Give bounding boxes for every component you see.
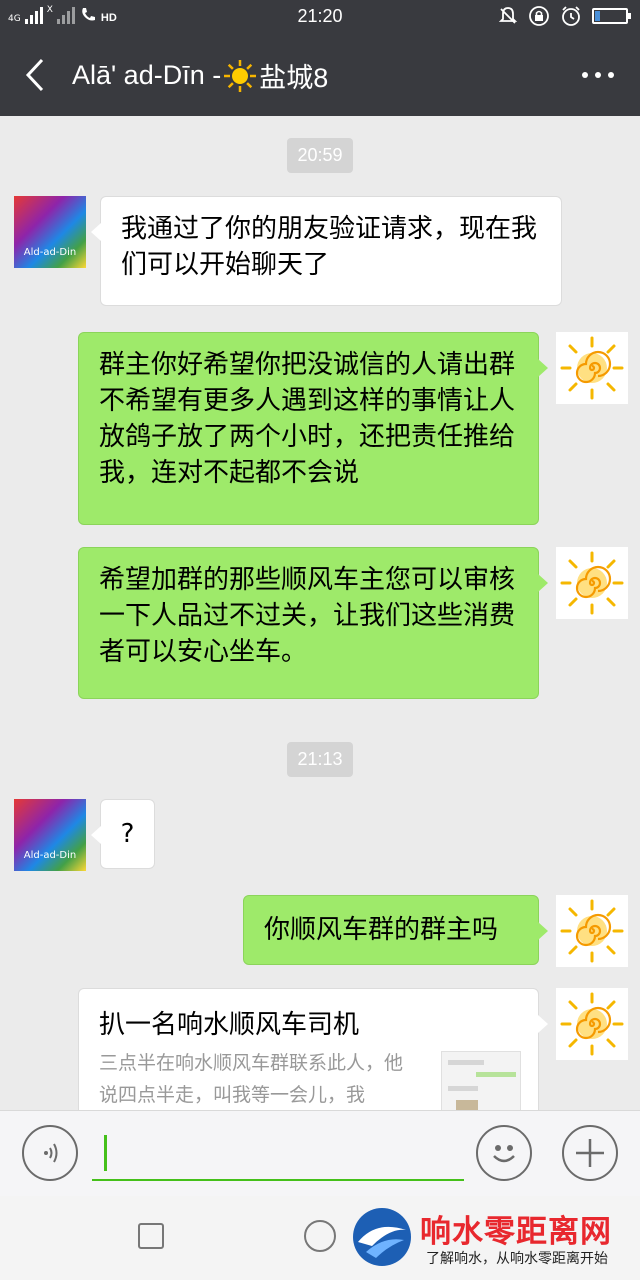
input-bar <box>0 1110 640 1196</box>
status-bar: 4G X HD 21:20 <box>0 0 640 34</box>
sun-avatar-icon <box>560 992 624 1056</box>
contact-avatar[interactable]: Ald-ad-Din <box>14 196 86 268</box>
home-icon[interactable] <box>304 1220 336 1252</box>
sun-avatar-icon <box>560 899 624 963</box>
message-bubble-left[interactable]: 我通过了你的朋友验证请求，现在我们可以开始聊天了 <box>91 196 562 306</box>
message-text: 我通过了你的朋友验证请求，现在我们可以开始聊天了 <box>121 214 538 280</box>
message-text: 群主你好希望你把没诚信的人请出群不希望有更多人遇到这样的事情让人放鸽子放了两个小… <box>99 350 516 488</box>
message-text: 你顺风车群的群主吗 <box>264 915 499 945</box>
chat-title-suffix: 盐城8 <box>259 63 329 93</box>
link-card-description: 三点半在响水顺风车群联系此人，他说四点半走，叫我等一会儿，我 <box>99 1052 404 1106</box>
link-card[interactable]: 扒一名响水顺风车司机 三点半在响水顺风车群联系此人，他说四点半走，叫我等一会儿，… <box>78 988 548 1110</box>
lock-rotation-icon <box>529 6 549 26</box>
message-bubble-right[interactable]: 你顺风车群的群主吗 <box>243 895 548 965</box>
message-timestamp: 20:59 <box>0 138 640 173</box>
more-icon[interactable] <box>576 56 620 94</box>
my-avatar[interactable] <box>556 988 628 1060</box>
recent-apps-icon[interactable] <box>138 1223 164 1249</box>
emoji-icon[interactable] <box>476 1125 532 1181</box>
watermark-logo-icon <box>353 1208 411 1266</box>
timestamp-label: 21:13 <box>287 742 353 777</box>
contact-avatar[interactable]: Ald-ad-Din <box>14 799 86 871</box>
sun-icon <box>224 59 257 92</box>
message-bubble-right[interactable]: 群主你好希望你把没诚信的人请出群不希望有更多人遇到这样的事情让人放鸽子放了两个小… <box>78 332 548 525</box>
chat-title-prefix: Alā' ad-Dīn - <box>72 60 222 90</box>
battery-icon <box>592 8 631 24</box>
text-cursor <box>104 1135 107 1171</box>
watermark-subtitle: 了解响水，从响水零距离开始 <box>426 1251 608 1267</box>
voice-icon[interactable] <box>22 1125 78 1181</box>
chat-area[interactable]: 20:59 Ald-ad-Din 我通过了你的朋友验证请求，现在我们可以开始聊天… <box>0 116 640 1110</box>
avatar-label: Ald-ad-Din <box>23 247 77 258</box>
link-card-thumbnail <box>441 1051 521 1110</box>
status-right <box>498 5 631 27</box>
message-text: ? <box>120 819 135 849</box>
link-card-title: 扒一名响水顺风车司机 <box>99 1010 360 1040</box>
plus-icon[interactable] <box>562 1125 618 1181</box>
my-avatar[interactable] <box>556 895 628 967</box>
sun-avatar-icon <box>560 336 624 400</box>
chat-header: Alā' ad-Dīn - 盐城8 <box>0 34 640 116</box>
avatar-label: Ald-ad-Din <box>23 850 77 861</box>
watermark-title: 响水零距离网 <box>420 1214 612 1250</box>
back-arrow-icon[interactable] <box>20 56 50 94</box>
my-avatar[interactable] <box>556 547 628 619</box>
alarm-icon <box>562 6 580 26</box>
message-bubble-right[interactable]: 希望加群的那些顺风车主您可以审核一下人品过不过关，让我们这些消费者可以安心坐车。 <box>78 547 548 699</box>
timestamp-label: 20:59 <box>287 138 353 173</box>
mute-icon <box>498 7 518 24</box>
message-timestamp: 21:13 <box>0 742 640 777</box>
chat-title: Alā' ad-Dīn - 盐城8 <box>72 56 328 95</box>
message-text: 希望加群的那些顺风车主您可以审核一下人品过不过关，让我们这些消费者可以安心坐车。 <box>99 565 516 667</box>
sun-avatar-icon <box>560 551 624 615</box>
message-bubble-left[interactable]: ? <box>91 799 155 869</box>
message-input[interactable] <box>92 1131 464 1181</box>
my-avatar[interactable] <box>556 332 628 404</box>
